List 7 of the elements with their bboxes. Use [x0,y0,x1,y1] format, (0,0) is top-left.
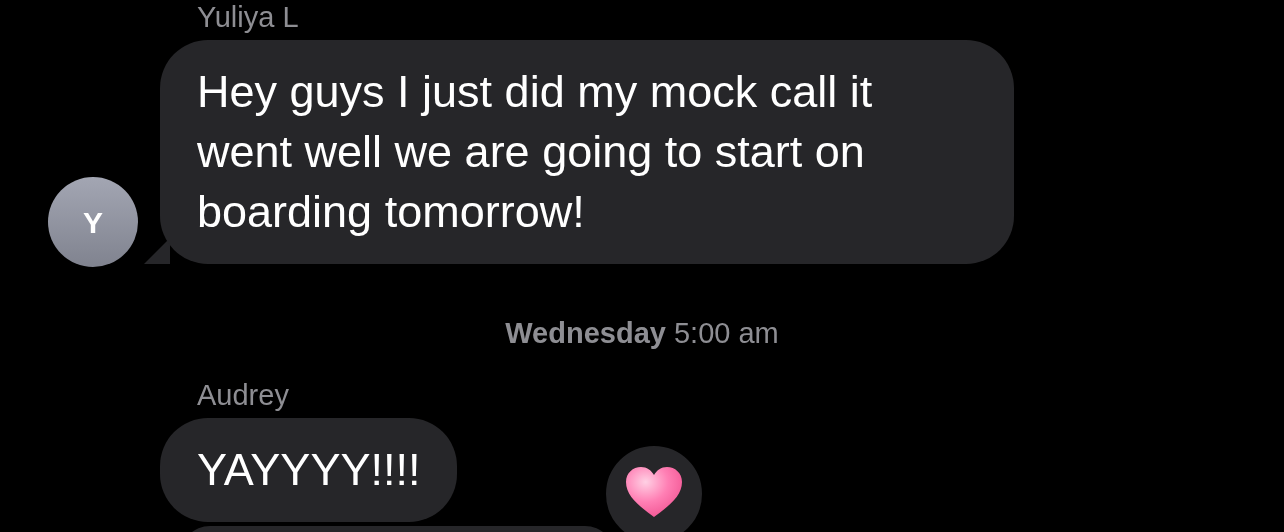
heart-icon [625,465,683,518]
sender-name: Yuliya L [197,0,300,34]
sender-name: Audrey [197,377,290,412]
timestamp: Wednesday 5:00 am [505,316,779,351]
message-bubble: YAYYYY!!!! [160,417,458,522]
avatar: Y [48,177,138,267]
message-bubble: Hey guys I just did my mock call it went well we are going to start on boarding tomorrow! [160,40,1014,264]
